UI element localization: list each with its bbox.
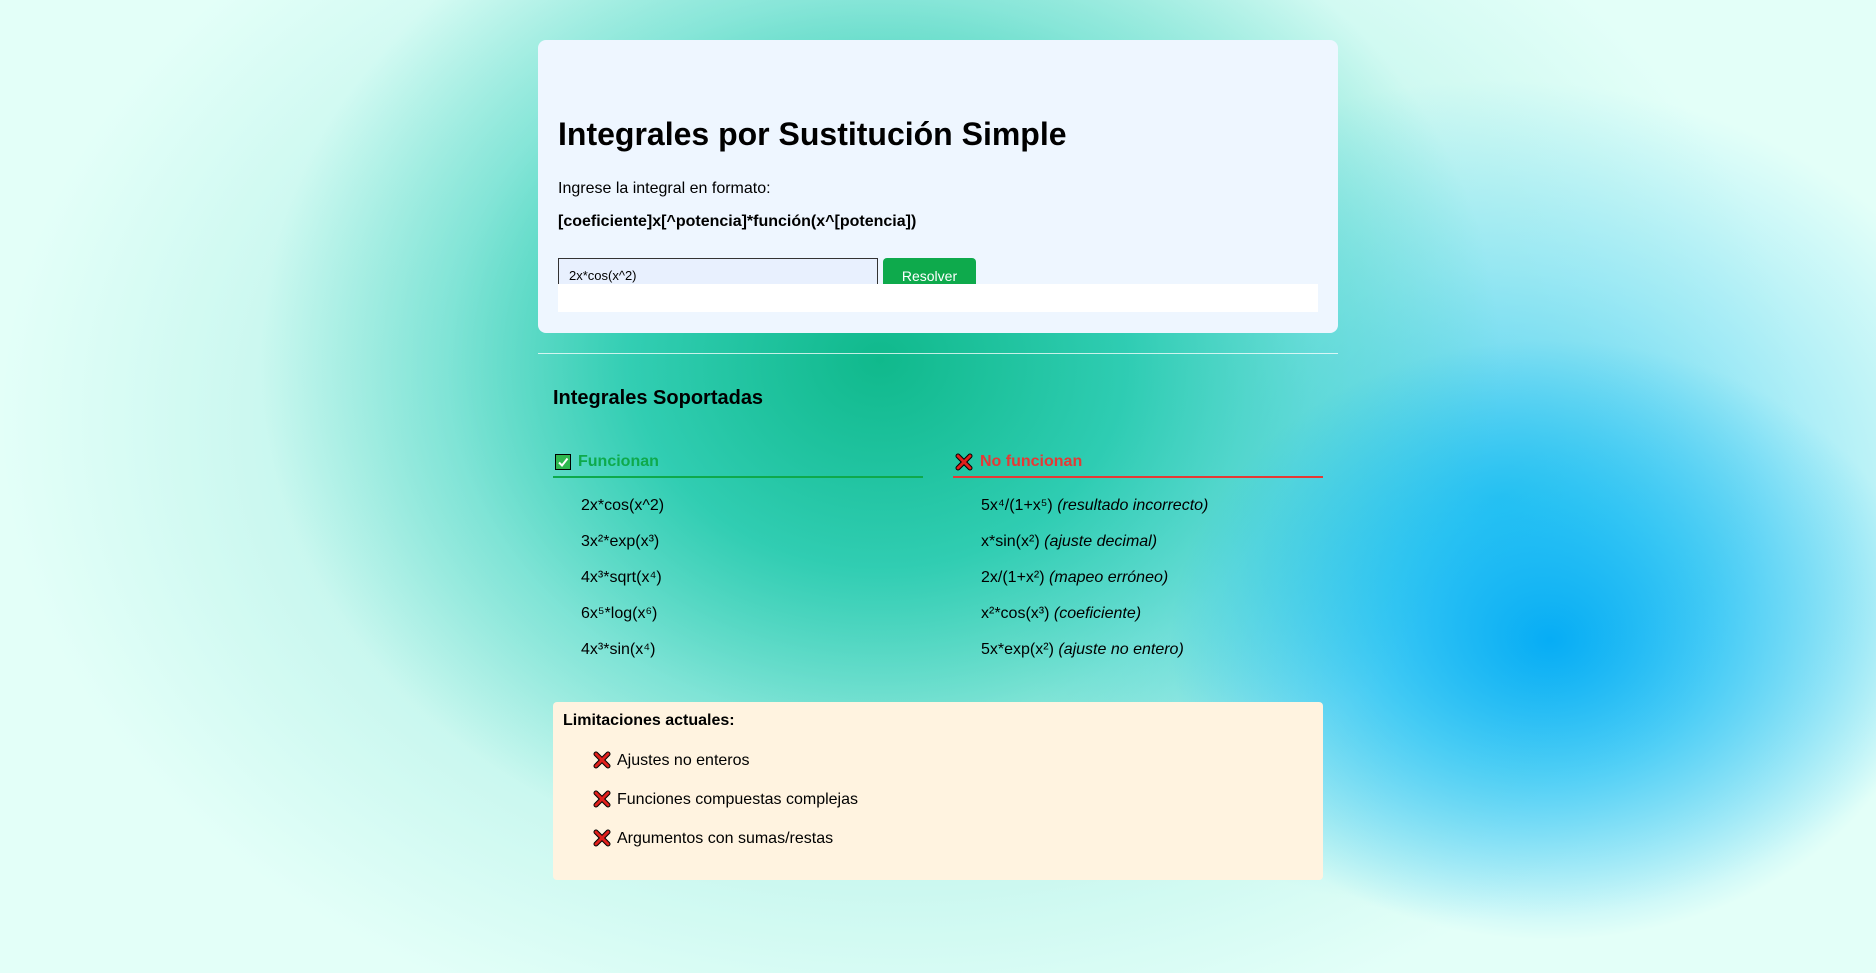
list-item: x²*cos(x³) (coeficiente) [981,605,1142,622]
not-working-column: No funcionan 5x⁴/(1+x⁵) (resultado incor… [953,448,1323,677]
list-item: 4x³*sin(x⁴) [581,641,656,658]
list-item: x*sin(x²) (ajuste decimal) [981,533,1158,550]
cross-mark-icon [593,829,611,847]
limitations-list: Ajustes no enteros Funciones compuestas … [593,751,858,869]
result-output [558,284,1318,312]
format-instruction: Ingrese la integral en formato: [558,180,771,197]
cross-mark-icon [593,751,611,769]
list-item: 2x*cos(x^2) [581,497,665,514]
limitations-title: Limitaciones actuales: [563,712,735,729]
limitation-item: Funciones compuestas complejas [593,790,858,830]
not-working-label: No funcionan [980,453,1083,470]
not-working-header: No funcionan [953,448,1323,478]
format-pattern: [coeficiente]x[^potencia]*función(x^[pot… [558,213,917,230]
section-divider [538,353,1338,354]
list-item: 5x⁴/(1+x⁵) (resultado incorrecto) [981,497,1209,514]
working-header: Funcionan [553,448,923,478]
cross-mark-icon [955,453,973,471]
list-item: 5x*exp(x²) (ajuste no entero) [981,641,1184,658]
check-box-icon [555,454,571,470]
limitation-item: Argumentos con sumas/restas [593,829,858,869]
list-item: 2x/(1+x²) (mapeo erróneo) [981,569,1169,586]
limitation-item: Ajustes no enteros [593,751,858,791]
working-list: 2x*cos(x^2) 3x²*exp(x³) 4x³*sqrt(x⁴) 6x⁵… [553,497,923,677]
cross-mark-icon [593,790,611,808]
list-item: 6x⁵*log(x⁶) [581,605,658,622]
not-working-list: 5x⁴/(1+x⁵) (resultado incorrecto) x*sin(… [953,497,1323,677]
working-label: Funcionan [578,453,659,470]
list-item: 4x³*sqrt(x⁴) [581,569,662,586]
limitations-box: Limitaciones actuales: Ajustes no entero… [553,702,1323,880]
solver-card: Integrales por Sustitución Simple Ingres… [538,40,1338,333]
list-item: 3x²*exp(x³) [581,533,660,550]
working-column: Funcionan 2x*cos(x^2) 3x²*exp(x³) 4x³*sq… [553,448,923,677]
supported-title: Integrales Soportadas [553,387,764,409]
page-title: Integrales por Sustitución Simple [558,116,1067,152]
